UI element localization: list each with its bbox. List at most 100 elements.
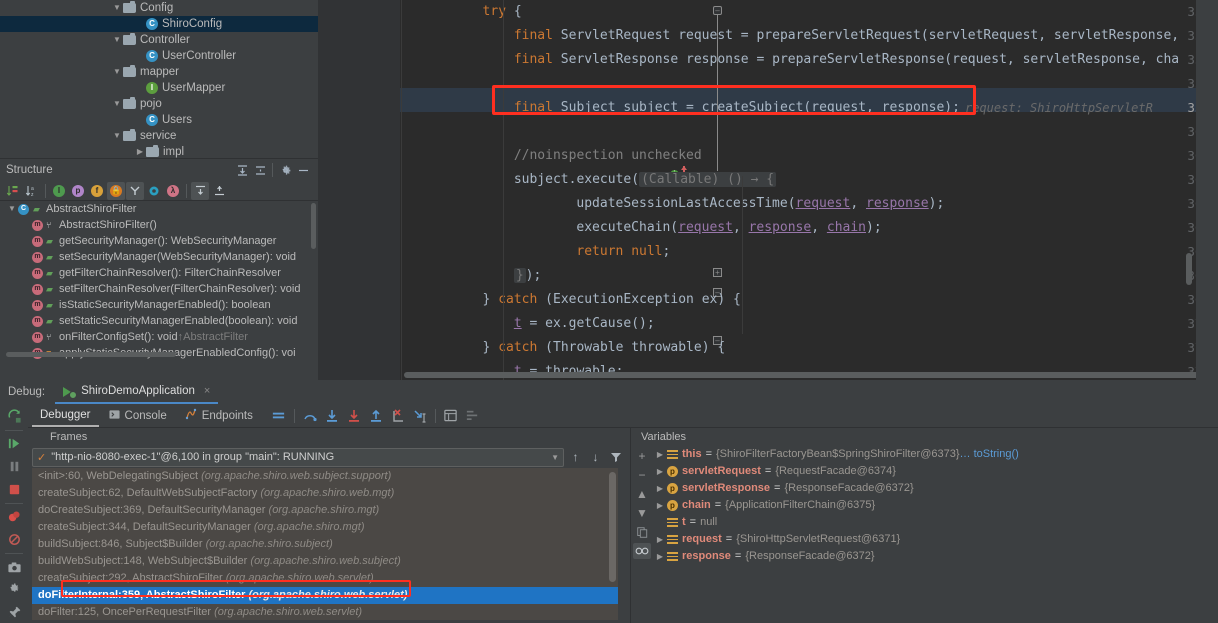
variable-row[interactable]: ▶ request = {ShiroHttpServletRequest@6371} (653, 531, 1218, 548)
chevron-right-icon[interactable]: ▶ (653, 497, 667, 514)
code-line[interactable]: final ServletRequest request = prepareSe… (514, 24, 1179, 48)
frame-row[interactable]: createSubject:344, DefaultSecurityManage… (32, 519, 618, 536)
chevron-down-icon[interactable]: ▼ (111, 32, 123, 48)
structure-member-row[interactable]: m ⑂ AbstractShiroFilter() (0, 217, 318, 233)
tab-console[interactable]: Console (101, 404, 175, 427)
tree-item-pojo[interactable]: ▼ pojo (0, 96, 318, 112)
debug-session-tab[interactable]: ShiroDemoApplication × (55, 380, 219, 404)
code-text[interactable]: try {final ServletRequest request = prep… (400, 0, 1218, 380)
force-step-into-icon[interactable] (344, 406, 364, 426)
collapse-all-icon[interactable] (251, 161, 269, 179)
run-to-cursor-icon[interactable] (410, 406, 430, 426)
code-line[interactable]: return null; (576, 240, 670, 264)
variable-row[interactable]: ▶ p chain = {ApplicationFilterChain@6375} (653, 497, 1218, 514)
tree-item-mapper[interactable]: ▼ mapper (0, 64, 318, 80)
chevron-right-icon[interactable]: ▶ (653, 463, 667, 480)
pause-program-icon[interactable] (2, 456, 26, 477)
code-editor[interactable]: 3553563573583593603613623643653663673693… (318, 0, 1218, 380)
frame-row[interactable]: createSubject:62, DefaultWebSubjectFacto… (32, 485, 618, 502)
tree-item-shiroconfig[interactable]: C ShiroConfig (0, 16, 318, 32)
add-watch-icon[interactable]: + (633, 448, 651, 464)
show-non-public-icon[interactable]: 🔒 (107, 181, 125, 200)
code-line[interactable]: t = ex.getCause(); (514, 312, 655, 336)
project-tree[interactable]: ▼ Config C ShiroConfig ▼ Controller C UserContr… (0, 0, 318, 158)
variable-tostring-link[interactable]: … toString() (960, 446, 1019, 463)
tree-item-users[interactable]: C Users (0, 112, 318, 128)
gear-icon[interactable] (2, 580, 26, 601)
structure-list[interactable]: ▼ C ▰ AbstractShiroFilter m ⑂ AbstractShiroFi… (0, 201, 318, 359)
tree-item-config[interactable]: ▼ Config (0, 0, 318, 16)
pin-icon[interactable] (2, 602, 26, 623)
tree-item-service[interactable]: ▼ service (0, 128, 318, 144)
tree-item-controller[interactable]: ▼ Controller (0, 32, 318, 48)
mute-breakpoints-icon[interactable] (2, 529, 26, 550)
structure-member-row[interactable]: m ▰ setStaticSecurityManagerEnabled(boolea… (0, 313, 318, 329)
structure-member-row[interactable]: m ▰ getSecurityManager(): WebSecurityManag… (0, 233, 318, 249)
up-stack-icon[interactable]: ↑ (567, 448, 584, 467)
code-line[interactable]: subject.execute((Callable) () → { (514, 168, 777, 192)
structure-root-row[interactable]: ▼ C ▰ AbstractShiroFilter (0, 201, 318, 217)
filter-icon[interactable] (607, 448, 624, 467)
chevron-down-icon[interactable]: ▼ (111, 0, 123, 16)
code-line[interactable]: final ServletResponse response = prepare… (514, 48, 1179, 72)
show-fields-icon[interactable]: f (88, 182, 106, 200)
expand-all-icon[interactable] (191, 181, 209, 200)
tab-debugger[interactable]: Debugger (32, 404, 99, 427)
variables-list[interactable]: ▶ this = {ShiroFilterFactoryBean$SpringShir… (653, 446, 1218, 623)
editor-horizontal-scrollbar[interactable] (404, 372, 1218, 378)
tree-item-usermapper[interactable]: I UserMapper (0, 80, 318, 96)
editor-vertical-scrollbar[interactable] (1186, 253, 1192, 285)
thread-dropdown[interactable]: ✓ "http-nio-8080-exec-1"@6,100 in group … (32, 447, 564, 467)
code-line[interactable]: final Subject subject = createSubject(re… (514, 96, 960, 120)
frame-row[interactable]: doCreateSubject:369, DefaultSecurityMana… (32, 502, 618, 519)
structure-member-row[interactable]: m ▰ setSecurityManager(WebSecurityManager)… (0, 249, 318, 265)
variable-row[interactable]: t = null (653, 514, 1218, 531)
frame-row[interactable]: doFilterInternal:359, AbstractShiroFilte… (32, 587, 618, 604)
collapse-all-icon[interactable] (210, 182, 228, 200)
rerun-icon[interactable] (2, 406, 26, 427)
variable-row[interactable]: ▶ response = {ResponseFacade@6372} (653, 548, 1218, 565)
code-line[interactable]: } catch (Throwable throwable) { (483, 336, 726, 360)
resume-program-icon[interactable] (2, 434, 26, 455)
toggle-watches-icon[interactable] (633, 543, 651, 559)
stop-icon[interactable] (2, 479, 26, 500)
structure-member-row[interactable]: m ▰ isStaticSecurityManagerEnabled(): bool… (0, 297, 318, 313)
chevron-down-icon[interactable]: ▼ (111, 128, 123, 144)
structure-horizontal-scrollbar[interactable] (6, 352, 176, 357)
layout-icon[interactable] (269, 406, 289, 426)
tree-item-impl[interactable]: ▶ impl (0, 144, 318, 158)
code-line[interactable]: executeChain(request, response, chain); (576, 216, 881, 240)
step-over-icon[interactable] (300, 406, 320, 426)
structure-member-row[interactable]: m ⑂ onFilterConfigSet(): void ↑AbstractFil… (0, 329, 318, 345)
camera-icon[interactable] (2, 557, 26, 578)
move-up-icon[interactable]: ▲ (633, 486, 651, 502)
down-stack-icon[interactable]: ↓ (587, 448, 604, 467)
structure-member-row[interactable]: m ▰ getFilterChainResolver(): FilterChainR… (0, 265, 318, 281)
code-line[interactable]: updateSessionLastAccessTime(request, res… (576, 192, 944, 216)
tree-item-usercontroller[interactable]: C UserController (0, 48, 318, 64)
code-line[interactable]: //noinspection unchecked (514, 144, 702, 168)
sort-by-visibility-icon[interactable] (4, 182, 22, 200)
view-breakpoints-icon[interactable] (2, 507, 26, 528)
show-interfaces-icon[interactable] (145, 182, 163, 200)
code-line[interactable]: }); (513, 264, 541, 288)
frame-row[interactable]: createSubject:292, AbstractShiroFilter (… (32, 570, 618, 587)
step-into-icon[interactable] (322, 406, 342, 426)
structure-vertical-scrollbar[interactable] (311, 203, 316, 249)
frame-row[interactable]: doFilter:125, OncePerRequestFilter (org.… (32, 604, 618, 620)
gear-icon[interactable] (276, 161, 294, 179)
evaluate-expression-icon[interactable] (441, 406, 461, 426)
move-down-icon[interactable]: ▼ (633, 505, 651, 521)
frames-vertical-scrollbar[interactable] (609, 472, 616, 582)
show-lambdas-icon[interactable]: λ (164, 182, 182, 200)
variable-row[interactable]: ▶ this = {ShiroFilterFactoryBean$SpringShir… (653, 446, 1218, 463)
show-properties-icon[interactable]: p (69, 182, 87, 200)
chevron-right-icon[interactable]: ▶ (653, 548, 667, 565)
structure-member-row[interactable]: m ▰ setFilterChainResolver(FilterChainReso… (0, 281, 318, 297)
tab-endpoints[interactable]: Endpoints (177, 404, 261, 427)
variable-row[interactable]: ▶ p servletResponse = {ResponseFacade@6372} (653, 480, 1218, 497)
chevron-right-icon[interactable]: ▶ (134, 144, 146, 158)
code-line[interactable]: } catch (ExecutionException ex) { (483, 288, 741, 312)
drop-frame-icon[interactable] (388, 406, 408, 426)
frame-row[interactable]: <init>:60, WebDelegatingSubject (org.apa… (32, 468, 618, 485)
